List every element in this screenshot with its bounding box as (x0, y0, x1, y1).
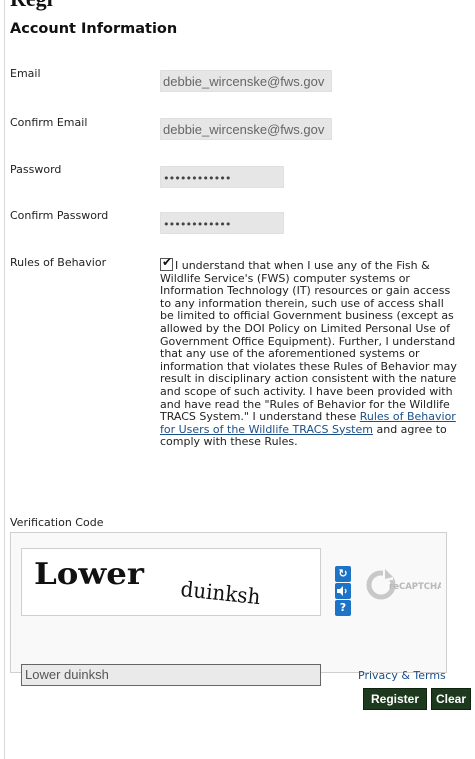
captcha-word-2: duinksh (179, 577, 262, 610)
rules-text-before: I understand that when I use any of the … (160, 259, 457, 424)
password-field[interactable]: •••••••••••• (160, 166, 284, 188)
page-heading-clipped: Regi (10, 0, 53, 10)
confirm-email-label: Confirm Email (10, 116, 88, 129)
captcha-word-1: Lower (34, 557, 144, 592)
rules-text-block: ✔ I understand that when I use any of the… (160, 255, 460, 449)
clear-button[interactable]: Clear (431, 688, 471, 710)
rules-label: Rules of Behavior (10, 256, 107, 269)
checkmark-icon: ✔ (162, 255, 173, 269)
verification-code-label: Verification Code (10, 516, 104, 529)
rules-agree-checkbox[interactable]: ✔ (160, 255, 173, 271)
confirm-password-field[interactable]: •••••••••••• (160, 212, 284, 234)
section-title: Account Information (10, 21, 178, 37)
audio-icon[interactable] (335, 583, 351, 599)
registration-page: Regi Account Information Email debbie_wi… (0, 0, 475, 759)
recaptcha-logo: reCAPTCHA™ (365, 567, 452, 603)
captcha-challenge-image: Lower duinksh (21, 548, 321, 616)
password-label: Password (10, 163, 62, 176)
privacy-terms-link[interactable]: Privacy & Terms (358, 669, 446, 682)
recaptcha-logo-text: reCAPTCHA™ (389, 582, 441, 592)
left-divider (4, 0, 5, 759)
confirm-password-label: Confirm Password (10, 209, 109, 222)
recaptcha-widget: Lower duinksh ↻ ? reCAPTCHA™ Lower duink… (10, 532, 452, 686)
help-icon[interactable]: ? (335, 600, 351, 616)
refresh-icon[interactable]: ↻ (335, 566, 351, 582)
speaker-glyph (337, 586, 347, 596)
register-button[interactable]: Register (363, 688, 427, 710)
captcha-response-input[interactable]: Lower duinksh (21, 664, 321, 686)
confirm-email-field[interactable]: debbie_wircenske@fws.gov (160, 118, 332, 140)
email-field[interactable]: debbie_wircenske@fws.gov (160, 70, 332, 92)
email-label: Email (10, 67, 41, 80)
